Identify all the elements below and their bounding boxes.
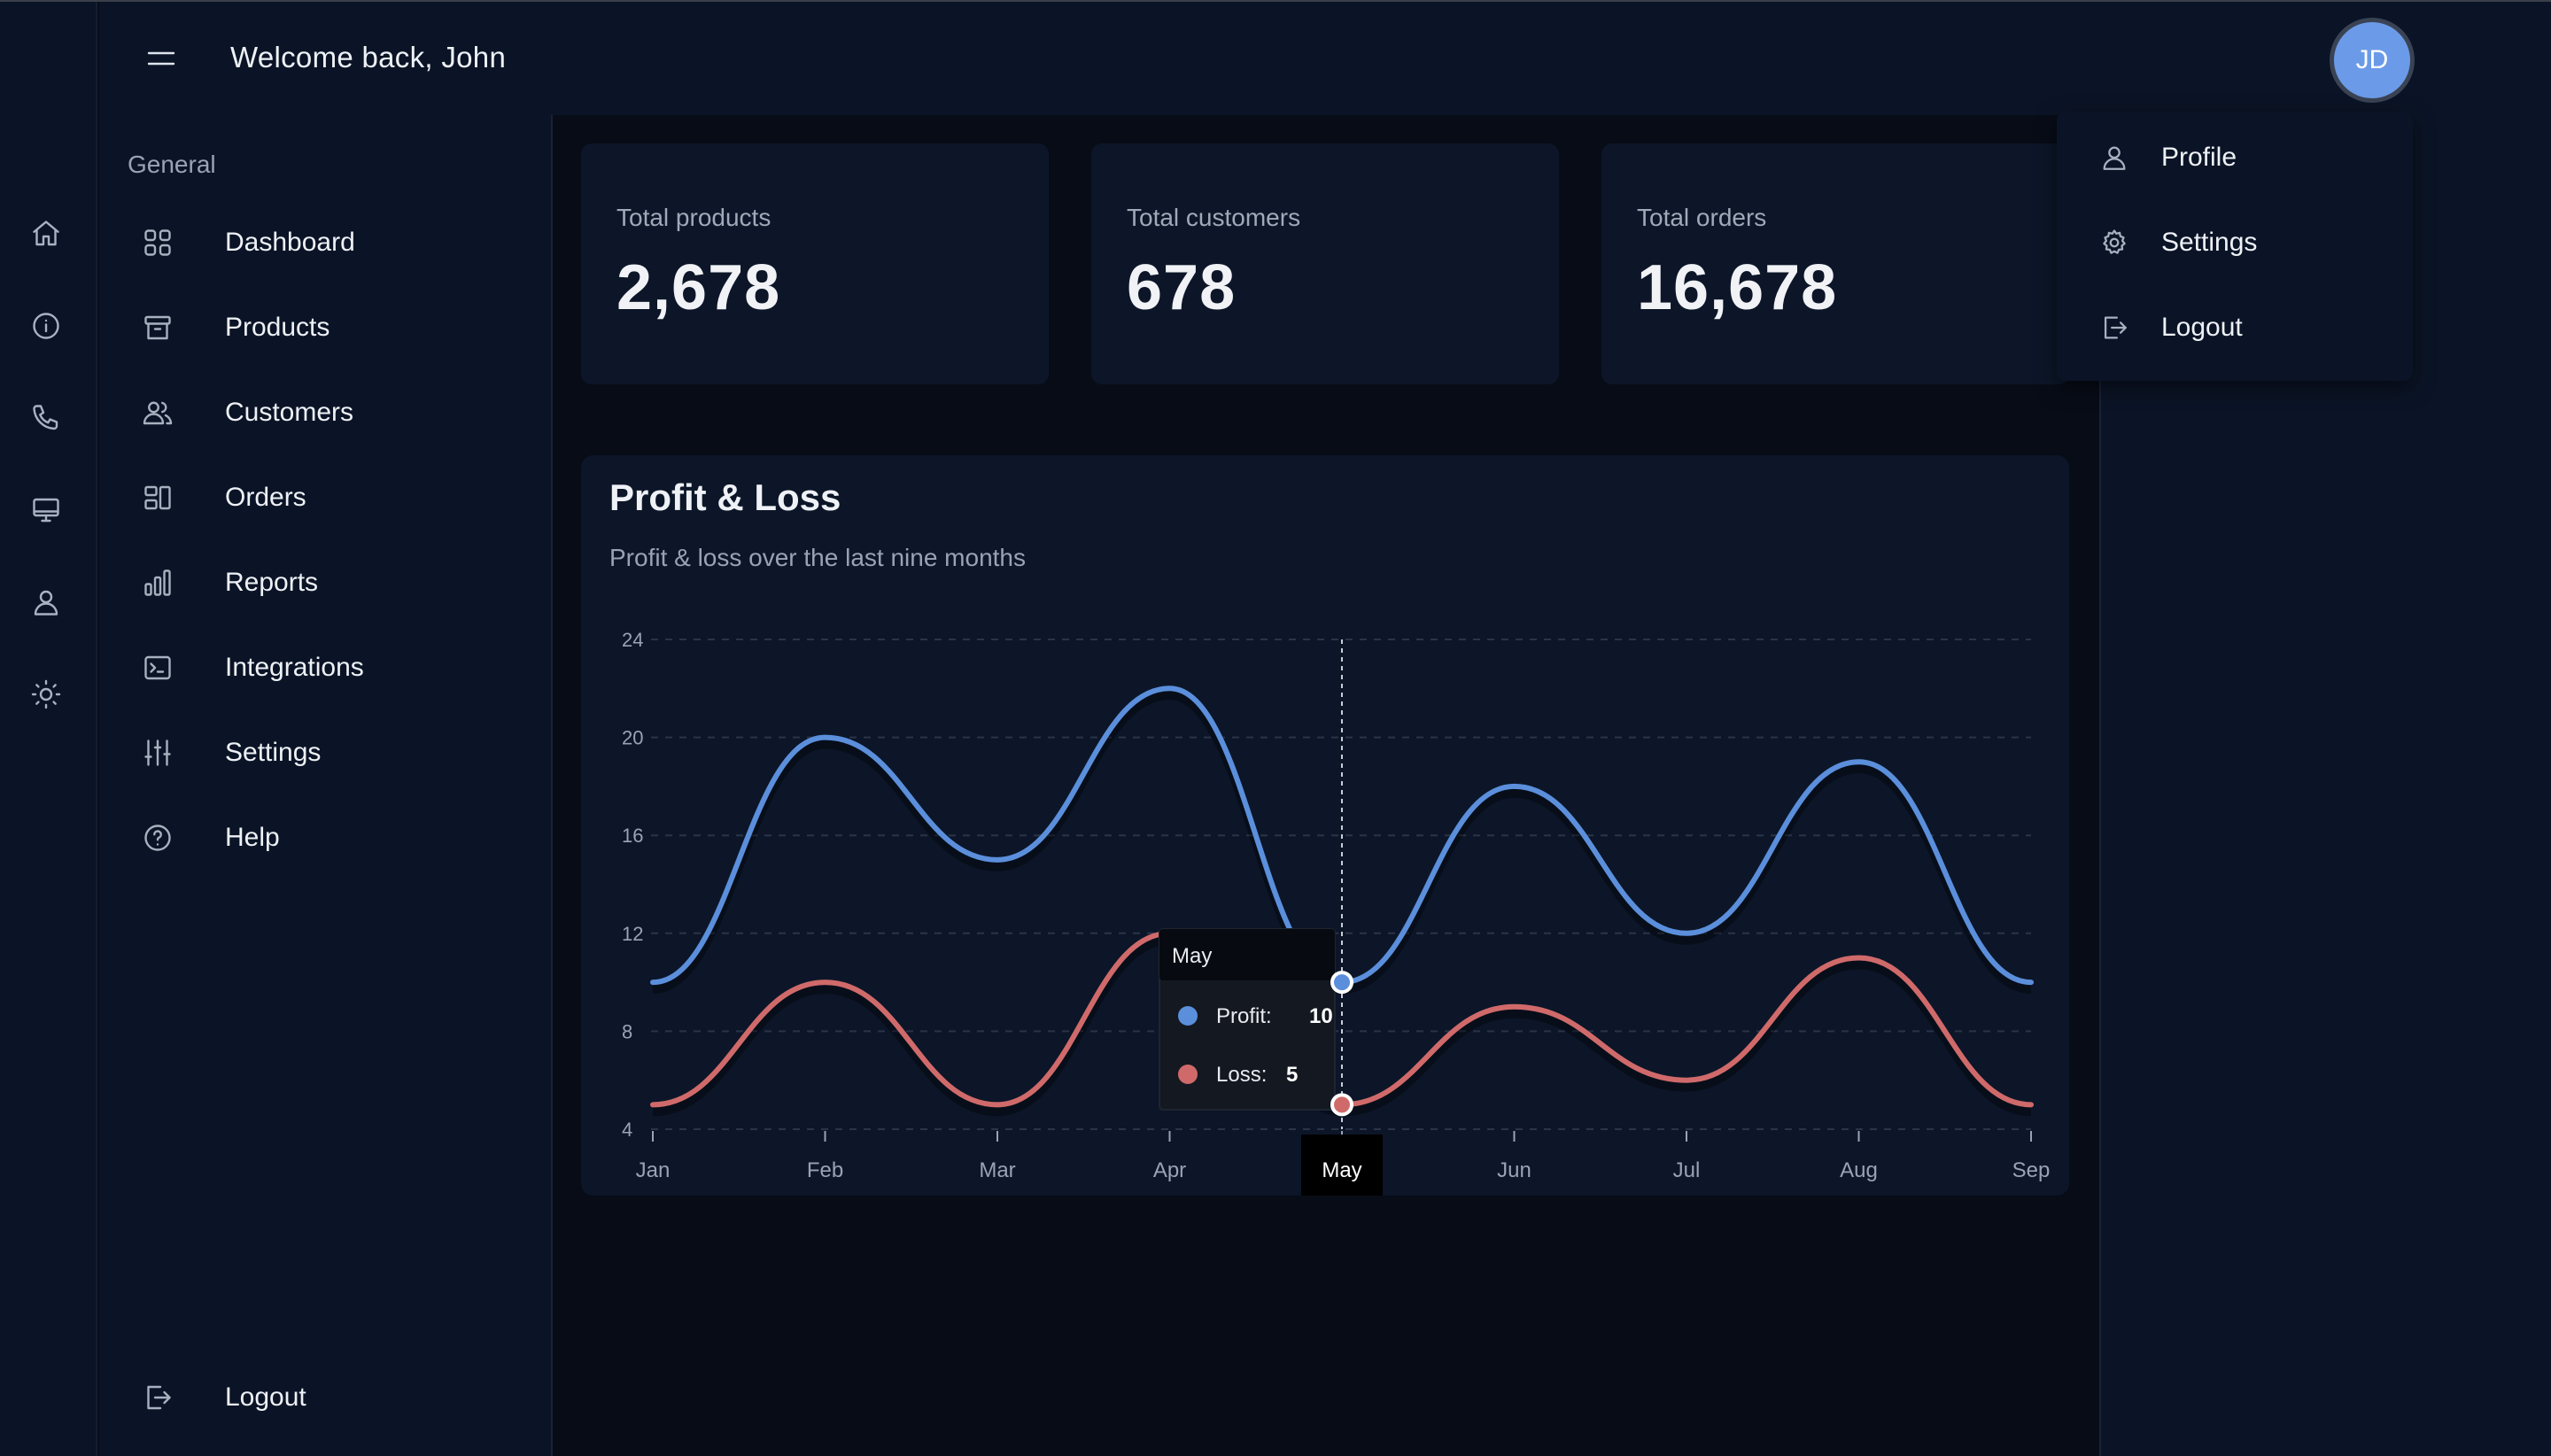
profit-loss-chart-card: Profit & Loss Profit & loss over the las… [581, 455, 2069, 1196]
y-tick-label: 4 [622, 1119, 632, 1141]
sidebar-item-label: Customers [225, 398, 354, 427]
x-tick-label: Jan [636, 1158, 671, 1182]
sidebar-item-products[interactable]: Products [142, 301, 531, 354]
x-tick-label: May [1322, 1158, 1361, 1182]
sidebar-item-label: Reports [225, 568, 319, 597]
dropdown-item-profile[interactable]: Profile [2099, 131, 2383, 184]
monitor-icon[interactable] [28, 492, 64, 528]
home-icon[interactable] [28, 216, 64, 252]
terminal-icon [144, 655, 171, 680]
sidebar-heading: General [128, 151, 216, 178]
y-tick-label: 20 [622, 727, 643, 749]
tooltip-series-name: Profit: [1216, 1004, 1272, 1028]
top-header: Welcome back, John JD [99, 2, 2551, 115]
sun-icon[interactable] [28, 677, 64, 712]
logout-icon [2104, 316, 2127, 339]
sidebar-item-label: Settings [225, 738, 322, 767]
sidebar-item-settings[interactable]: Settings [142, 726, 531, 779]
y-tick-label: 12 [622, 923, 643, 945]
icon-rail [0, 2, 97, 1456]
sidebar-item-help[interactable]: Help [142, 811, 531, 864]
dropdown-item-logout[interactable]: Logout [2099, 301, 2383, 354]
tooltip-series-value: 5 [1286, 1063, 1298, 1087]
sidebar-item-integrations[interactable]: Integrations [142, 641, 531, 694]
user-avatar-button[interactable]: JD [2330, 18, 2415, 103]
user-dropdown-menu: Profile Settings Logout [2057, 112, 2413, 381]
dropdown-item-label: Logout [2161, 313, 2243, 342]
y-tick-label: 24 [622, 629, 643, 651]
stat-card-customers: Total customers 678 [1091, 143, 1559, 384]
help-icon [144, 825, 171, 851]
users-icon [143, 401, 173, 425]
bar-chart-icon [144, 569, 171, 596]
sidebar-item-dashboard[interactable]: Dashboard [142, 216, 531, 269]
welcome-message: Welcome back, John [230, 41, 507, 74]
sidebar-item-label: Integrations [225, 653, 364, 682]
avatar-initials: JD [2355, 45, 2389, 74]
stat-label: Total products [616, 204, 772, 231]
sidebar: General Dashboard Products Customers Ord… [99, 115, 553, 1456]
info-icon[interactable] [28, 308, 64, 344]
sidebar-logout-label: Logout [225, 1382, 306, 1412]
sidebar-item-customers[interactable]: Customers [142, 386, 531, 439]
user-icon [2103, 146, 2126, 170]
stat-value: 678 [1127, 252, 1237, 323]
sidebar-logout-button[interactable]: Logout [142, 1371, 531, 1424]
x-tick-label: Apr [1153, 1158, 1186, 1182]
sidebar-item-reports[interactable]: Reports [142, 556, 531, 609]
logout-icon [147, 1385, 171, 1410]
x-tick-label: Jul [1673, 1158, 1701, 1182]
sidebar-item-label: Dashboard [225, 228, 355, 257]
sidebar-item-orders[interactable]: Orders [142, 471, 531, 524]
sidebar-item-label: Help [225, 823, 280, 852]
archive-icon [144, 315, 171, 340]
loss-legend-dot [1178, 1065, 1198, 1084]
stat-card-orders: Total orders 16,678 [1601, 143, 2069, 384]
menu-toggle-button[interactable] [143, 41, 186, 76]
dropdown-item-settings[interactable]: Settings [2099, 216, 2383, 269]
x-tick-label: Mar [979, 1158, 1015, 1182]
tooltip-title: May [1172, 944, 1212, 968]
stat-label: Total orders [1637, 204, 1767, 231]
hamburger-icon [147, 51, 175, 66]
profit-active-point [1330, 971, 1353, 995]
stat-label: Total customers [1127, 204, 1301, 231]
main-content: Total products 2,678 Total customers 678… [554, 115, 2099, 1456]
profit-loss-chart[interactable]: 4 8 12 16 20 24 Jan Feb Mar Apr May Jun Jul Aug Sep May… [581, 455, 2069, 1196]
x-tick-label: Feb [807, 1158, 843, 1182]
x-tick-label: Jun [1497, 1158, 1531, 1182]
x-tick-label: Sep [2012, 1158, 2051, 1182]
profit-legend-dot [1178, 1006, 1198, 1026]
stat-card-products: Total products 2,678 [581, 143, 1049, 384]
stat-value: 2,678 [616, 252, 781, 323]
tooltip-series-value: 10 [1309, 1004, 1333, 1028]
sidebar-item-label: Orders [225, 483, 306, 512]
y-tick-label: 16 [622, 825, 643, 847]
loss-active-point [1330, 1093, 1353, 1117]
stat-value: 16,678 [1637, 252, 1838, 323]
layout-icon [144, 485, 171, 510]
grid-icon [144, 229, 171, 256]
tooltip-series-name: Loss: [1216, 1063, 1267, 1087]
user-icon[interactable] [28, 585, 64, 620]
gear-icon [2103, 229, 2126, 254]
dropdown-item-label: Settings [2161, 228, 2258, 257]
x-tick-label: Aug [1840, 1158, 1878, 1182]
dropdown-item-label: Profile [2161, 143, 2237, 172]
sliders-icon [144, 740, 171, 766]
phone-icon[interactable] [28, 400, 64, 436]
sidebar-item-label: Products [225, 313, 330, 342]
y-tick-label: 8 [622, 1020, 632, 1042]
